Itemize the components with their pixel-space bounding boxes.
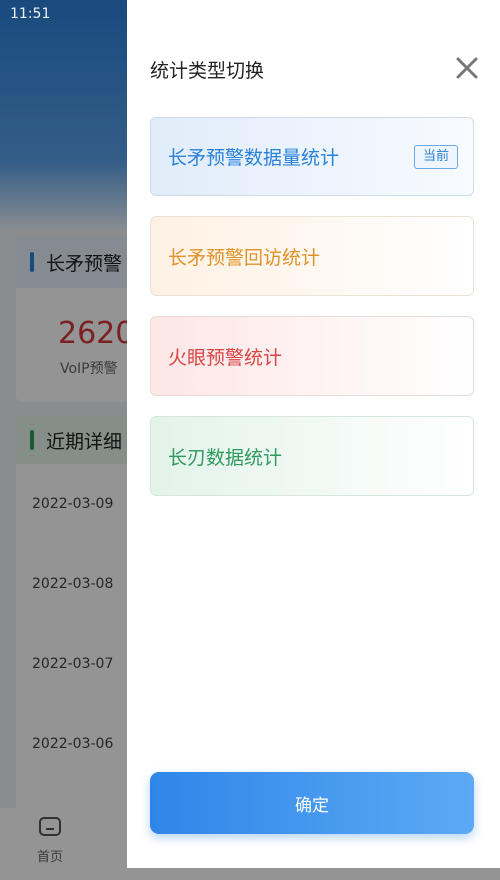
close-button[interactable] xyxy=(454,55,480,81)
option-label: 长矛预警数据量统计 xyxy=(168,147,340,169)
status-time: 11:51 xyxy=(10,6,51,22)
current-badge: 当前 xyxy=(413,145,458,169)
confirm-button[interactable]: 确定 xyxy=(150,772,474,834)
option-changmao-callback[interactable]: 长矛预警回访统计 xyxy=(150,216,474,296)
drawer-title: 统计类型切换 xyxy=(150,60,265,82)
statistics-type-drawer: 统计类型切换 长矛预警数据量统计 当前 长矛预警回访统计 火眼预警统计 长刃数据… xyxy=(127,0,500,868)
option-label: 长刃数据统计 xyxy=(168,446,283,469)
option-huoyan-warning[interactable]: 火眼预警统计 xyxy=(150,316,474,396)
option-label: 长矛预警回访统计 xyxy=(168,246,321,269)
option-changmao-data-volume[interactable]: 长矛预警数据量统计 当前 xyxy=(150,117,474,196)
option-changren-data[interactable]: 长刃数据统计 xyxy=(150,416,474,496)
close-icon xyxy=(456,57,478,79)
option-label: 火眼预警统计 xyxy=(168,346,283,369)
